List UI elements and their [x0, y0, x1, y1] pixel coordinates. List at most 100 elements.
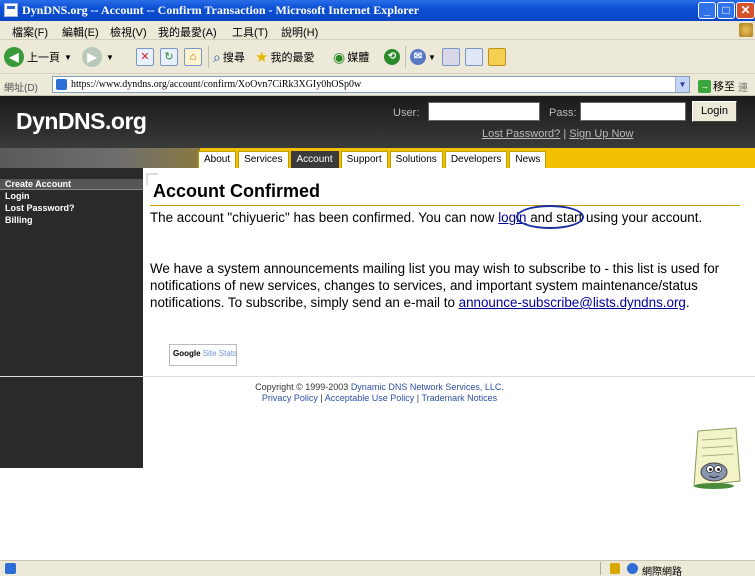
ie-page-icon	[4, 3, 18, 17]
footer-separator: |	[320, 393, 323, 403]
refresh-icon: ↻	[160, 48, 178, 66]
site-header: DynDNS.org User: Pass: Login Lost Passwo…	[0, 96, 755, 148]
tab-solutions[interactable]: Solutions	[389, 151, 443, 168]
status-bar: 網際網路	[0, 560, 755, 576]
security-zone-label: 網際網路	[642, 567, 682, 576]
maximize-button[interactable]: □	[717, 2, 735, 19]
lost-password-link[interactable]: Lost Password?	[482, 128, 560, 140]
forward-button[interactable]: ▶ ▼	[82, 47, 114, 67]
badge-site-stats: Site Stats	[202, 349, 238, 358]
sidebar-item-lost-password[interactable]: Lost Password?	[0, 203, 143, 214]
menu-favorites[interactable]: 我的最愛(A)	[158, 24, 217, 40]
history-button[interactable]: ⟲	[384, 47, 400, 67]
media-icon: ◉	[333, 48, 346, 65]
tab-support[interactable]: Support	[340, 151, 388, 168]
company-link[interactable]: Dynamic DNS Network Services, LLC	[351, 382, 502, 392]
username-input[interactable]	[428, 102, 540, 121]
tab-about[interactable]: About	[198, 151, 237, 168]
title-bar: DynDNS.org -- Account -- Confirm Transac…	[0, 0, 755, 21]
status-divider	[600, 562, 601, 575]
copyright-text: Copyright © 1999-2003	[255, 382, 351, 392]
nav-tabs: About Services Account Support Solutions…	[198, 151, 548, 168]
internet-zone-icon	[627, 563, 638, 574]
sidebar-item-create-account[interactable]: Create Account	[0, 179, 143, 190]
search-icon: ⌕	[213, 48, 221, 65]
minimize-button[interactable]: _	[698, 2, 716, 19]
favorites-button[interactable]: ★ 我的最愛	[255, 47, 314, 67]
header-link-separator: |	[563, 128, 567, 140]
login-highlight-circle	[516, 205, 584, 229]
back-label: 上一頁	[27, 52, 60, 64]
announce-email-link[interactable]: announce-subscribe@lists.dyndns.org	[459, 295, 686, 310]
favorites-label: 我的最愛	[270, 52, 315, 64]
go-label: 移至	[713, 81, 735, 93]
footer-separator: |	[416, 393, 420, 403]
search-label: 搜尋	[222, 52, 245, 64]
page-favicon-icon	[56, 79, 67, 90]
back-button[interactable]: ◀ 上一頁 ▼	[4, 47, 72, 67]
window-title: DynDNS.org -- Account -- Confirm Transac…	[22, 3, 420, 17]
menu-bar: 檔案(F) 編輯(E) 檢視(V) 我的最愛(A) 工具(T) 說明(H)	[0, 21, 755, 40]
para1-text: The account "chiyueric" has been confirm…	[150, 210, 499, 225]
acceptable-use-link[interactable]: Acceptable Use Policy	[325, 393, 415, 403]
nav-dark-band	[0, 148, 200, 168]
print-button[interactable]	[442, 47, 460, 67]
sidebar-item-login[interactable]: Login	[0, 191, 143, 202]
menu-tools[interactable]: 工具(T)	[232, 24, 268, 40]
tab-services[interactable]: Services	[238, 151, 289, 168]
trademark-link[interactable]: Trademark Notices	[421, 393, 497, 403]
mailing-list-paragraph: We have a system announcements mailing l…	[150, 260, 736, 311]
title-divider	[150, 205, 740, 206]
footer-divider	[0, 376, 755, 377]
home-button[interactable]: ⌂	[184, 47, 202, 67]
header-login-button[interactable]: Login	[692, 101, 737, 122]
address-url: https://www.dyndns.org/account/confirm/X…	[71, 79, 362, 90]
stop-icon: ✕	[136, 48, 154, 66]
menu-view[interactable]: 檢視(V)	[110, 24, 147, 40]
para2-text-end: .	[685, 295, 690, 310]
media-button[interactable]: ◉ 媒體	[333, 47, 369, 67]
sidebar: Create Account Login Lost Password? Bill…	[0, 168, 143, 468]
refresh-button[interactable]: ↻	[160, 47, 178, 67]
folder-icon	[488, 48, 506, 66]
privacy-policy-link[interactable]: Privacy Policy	[262, 393, 318, 403]
office-assistant-icon[interactable]	[688, 426, 743, 491]
messenger-button[interactable]	[488, 47, 506, 67]
stop-button[interactable]: ✕	[136, 47, 154, 67]
mail-button[interactable]: ✉ ▼	[410, 47, 436, 67]
tab-account[interactable]: Account	[290, 151, 339, 168]
menu-help[interactable]: 說明(H)	[281, 24, 318, 40]
go-button[interactable]: → 移至	[698, 78, 735, 94]
address-bar: 網址(D) https://www.dyndns.org/account/con…	[0, 74, 755, 109]
address-input[interactable]: https://www.dyndns.org/account/confirm/X…	[52, 76, 690, 93]
chevron-down-icon: ▼	[64, 52, 72, 62]
go-arrow-icon: →	[698, 79, 711, 93]
nav-strip: About Services Account Support Solutions…	[0, 148, 755, 168]
sign-up-link[interactable]: Sign Up Now	[569, 128, 633, 140]
password-input[interactable]	[580, 102, 686, 121]
star-icon: ★	[255, 49, 269, 66]
edit-button[interactable]	[465, 47, 483, 67]
printer-icon	[442, 48, 460, 66]
address-dropdown-icon[interactable]: ▼	[675, 77, 689, 92]
badge-google: Google	[173, 349, 201, 358]
forward-arrow-icon: ▶	[82, 47, 102, 67]
chevron-down-icon: ▼	[106, 52, 114, 62]
google-site-stats-badge[interactable]: Google Site Stats	[169, 344, 237, 366]
copyright-period: .	[501, 382, 504, 392]
tab-news[interactable]: News	[509, 151, 547, 168]
mail-icon: ✉	[410, 49, 426, 65]
search-button[interactable]: ⌕ 搜尋	[213, 47, 245, 67]
close-button[interactable]: ✕	[736, 2, 755, 19]
sidebar-item-billing[interactable]: Billing	[0, 215, 143, 226]
history-icon: ⟲	[384, 49, 400, 65]
menu-file[interactable]: 檔案(F)	[12, 24, 48, 40]
site-logo[interactable]: DynDNS.org	[16, 108, 147, 135]
windows-logo-icon	[739, 23, 753, 37]
footer-copyright: Copyright © 1999-2003 Dynamic DNS Networ…	[0, 382, 755, 392]
address-label: 網址(D)	[4, 83, 38, 94]
edit-page-icon	[465, 48, 483, 66]
page-title: Account Confirmed	[153, 181, 321, 201]
menu-edit[interactable]: 編輯(E)	[62, 24, 99, 40]
tab-developers[interactable]: Developers	[444, 151, 508, 168]
